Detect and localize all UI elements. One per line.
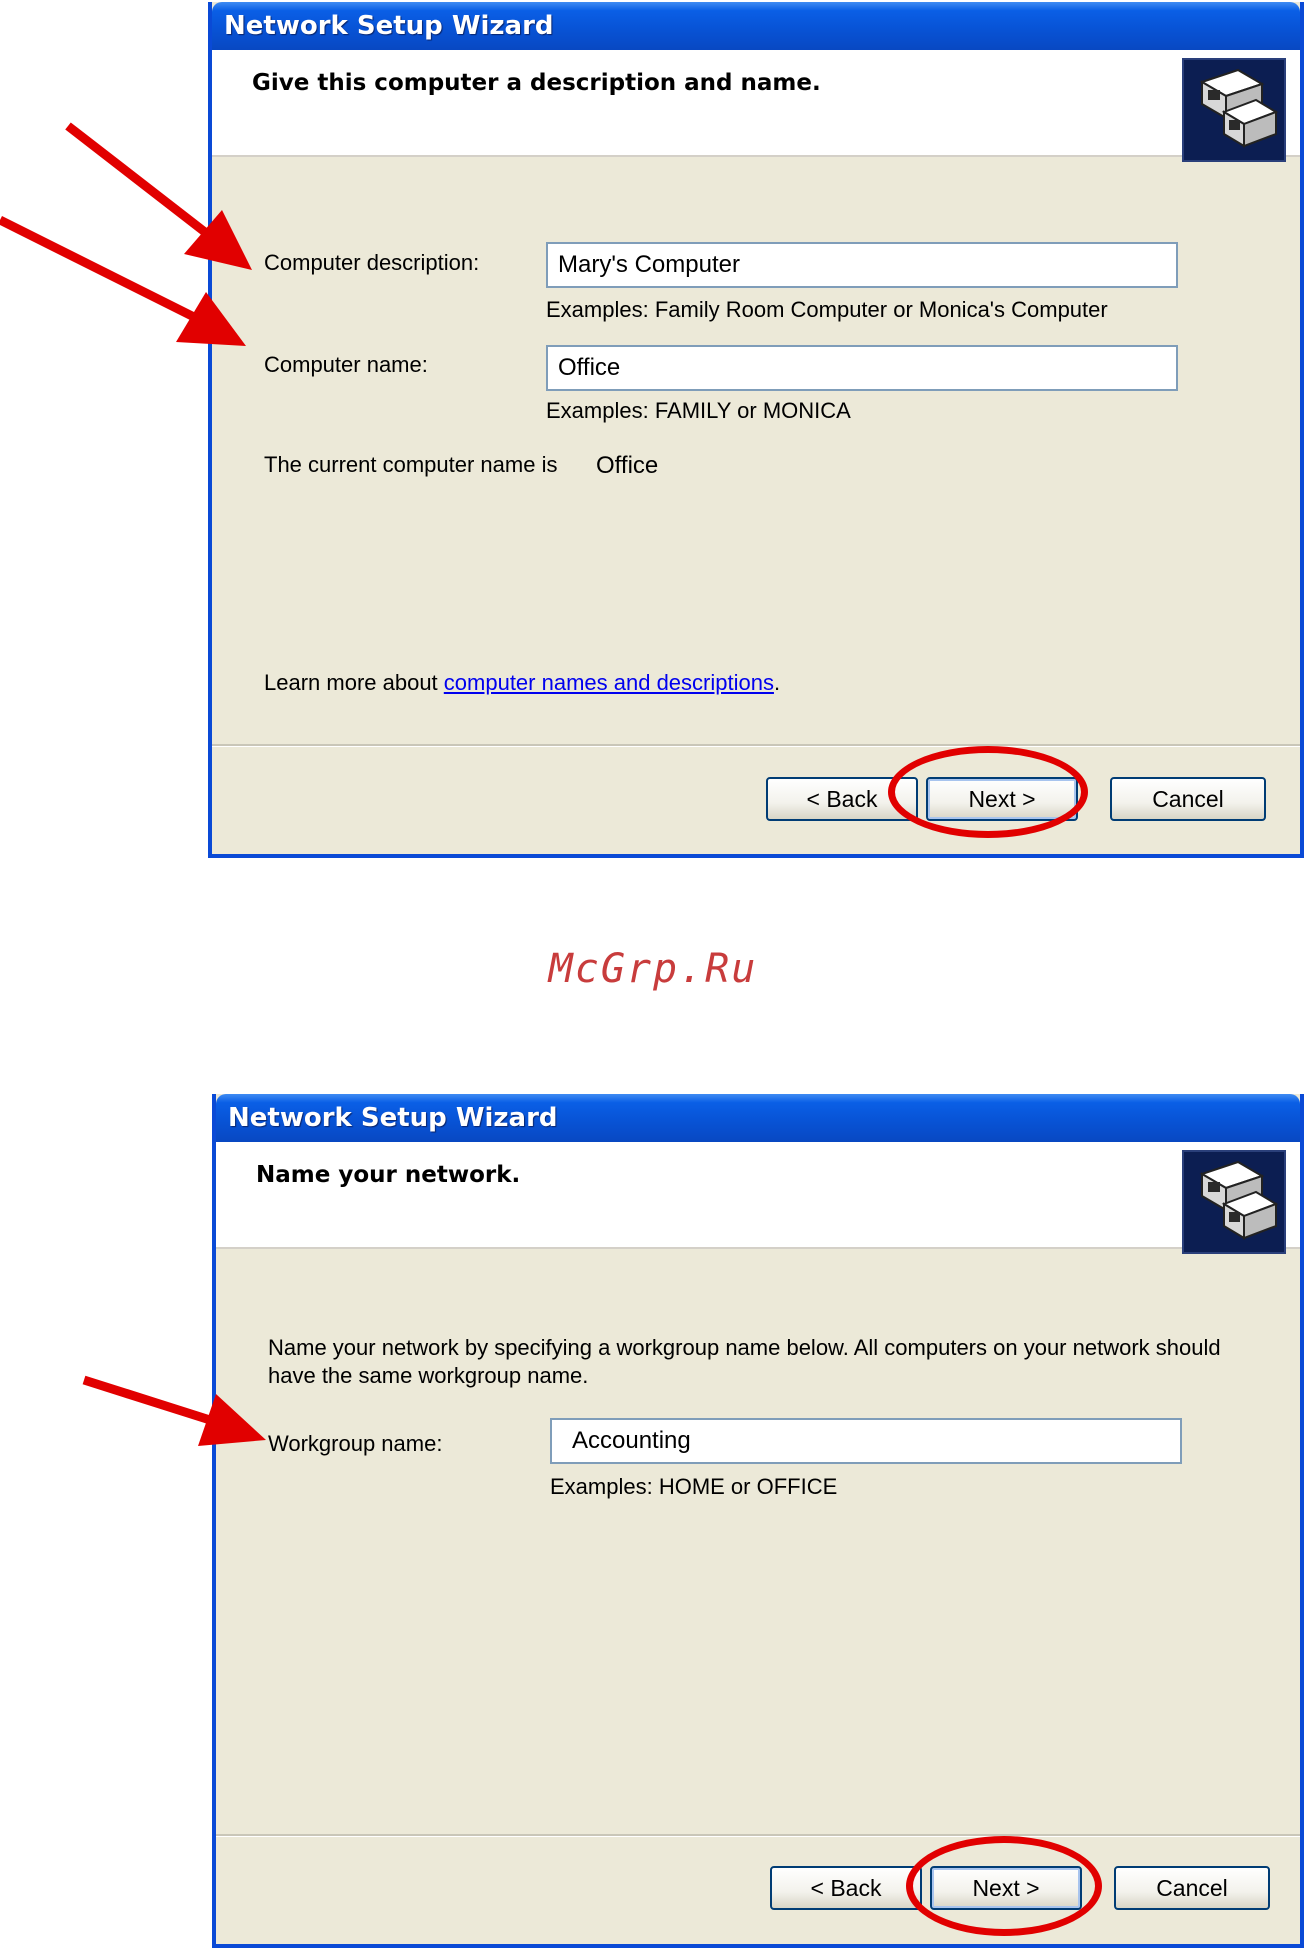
- title-bar[interactable]: Network Setup Wizard: [216, 1094, 1300, 1142]
- computer-name-input[interactable]: Office: [546, 345, 1178, 391]
- back-button[interactable]: < Back: [770, 1866, 922, 1910]
- workgroup-hint: Examples: HOME or OFFICE: [550, 1474, 838, 1499]
- description-hint: Examples: Family Room Computer or Monica…: [546, 297, 1108, 322]
- footer-divider: [216, 1834, 1300, 1837]
- wizard-dialog-computer-name: Network Setup Wizard Give this computer …: [208, 2, 1304, 858]
- current-name-value: Office: [596, 452, 659, 479]
- intro-text: Name your network by specifying a workgr…: [268, 1335, 1221, 1388]
- learn-more-line: Learn more about computer names and desc…: [264, 670, 780, 696]
- next-highlight-ring: [906, 1836, 1102, 1936]
- footer-divider: [212, 744, 1300, 747]
- title-bar[interactable]: Network Setup Wizard: [212, 2, 1300, 50]
- computer-names-link[interactable]: computer names and descriptions: [444, 670, 774, 695]
- page-title: Name your network.: [256, 1162, 521, 1188]
- arrow-icon: [82, 1375, 266, 1446]
- learn-more-end: .: [773, 670, 781, 695]
- computer-name-label: Computer name:: [264, 352, 428, 377]
- wizard-header: Name your network.: [216, 1142, 1300, 1254]
- network-computers-icon: [1182, 58, 1286, 162]
- network-computers-icon: [1182, 1150, 1286, 1254]
- computer-description-input[interactable]: Mary's Computer: [546, 242, 1178, 288]
- page-title: Give this computer a description and nam…: [252, 70, 821, 96]
- current-name-text: The current computer name is: [264, 452, 558, 477]
- workgroup-name-input[interactable]: Accounting: [550, 1418, 1182, 1464]
- computer-description-label: Computer description:: [264, 250, 480, 275]
- cancel-button[interactable]: Cancel: [1114, 1866, 1270, 1910]
- window-title: Network Setup Wizard: [228, 1103, 558, 1133]
- cancel-button[interactable]: Cancel: [1110, 777, 1266, 821]
- arrow-icon: [0, 215, 246, 346]
- window-title: Network Setup Wizard: [224, 11, 554, 41]
- name-hint: Examples: FAMILY or MONICA: [546, 398, 851, 423]
- next-highlight-ring: [888, 746, 1088, 838]
- learn-more-text: Learn more about: [264, 670, 444, 695]
- watermark-text: McGrp.Ru: [548, 946, 758, 992]
- wizard-dialog-network-name: Network Setup Wizard Name your network. …: [212, 1094, 1304, 1948]
- workgroup-name-label: Workgroup name:: [268, 1431, 443, 1456]
- wizard-header: Give this computer a description and nam…: [212, 50, 1300, 162]
